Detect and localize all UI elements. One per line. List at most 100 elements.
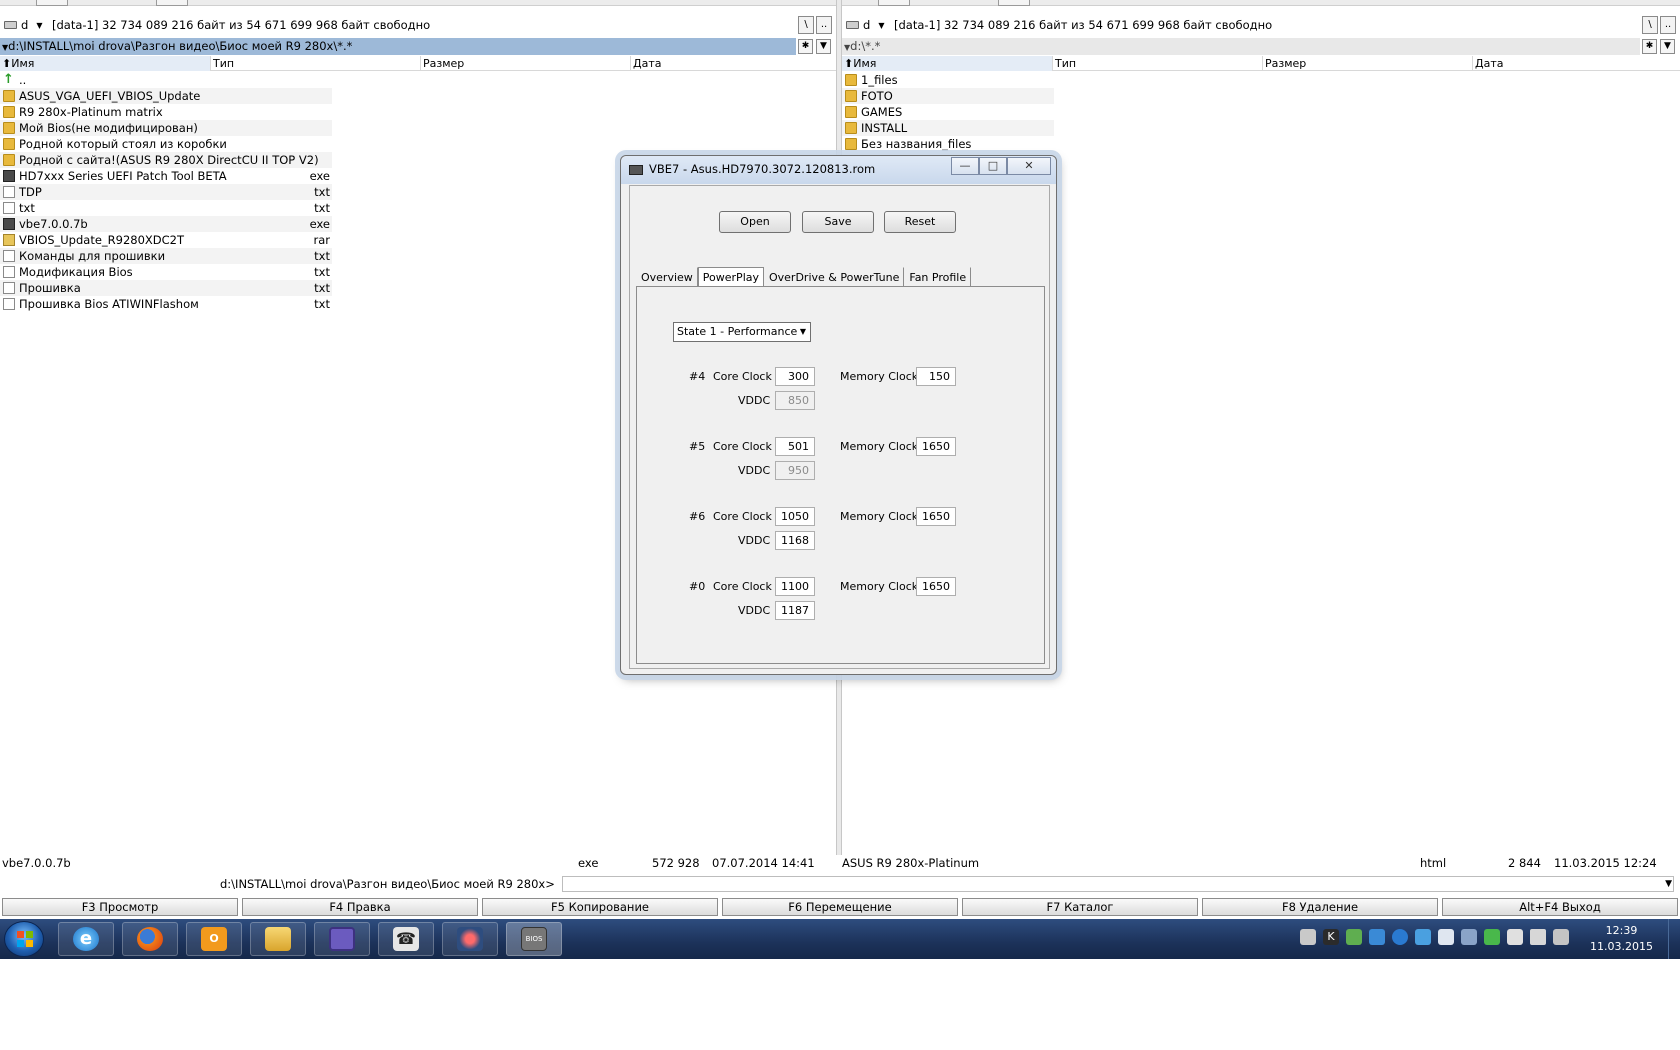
left-drive-button-bar[interactable] [0, 0, 836, 6]
list-item[interactable]: TDP txt [0, 184, 332, 200]
col-size[interactable]: Размер [420, 56, 630, 71]
list-item[interactable]: Мой Bios(не модифицирован) [0, 120, 332, 136]
taskbar-outlook[interactable]: O [186, 922, 242, 956]
f7-mkdir-button[interactable]: F7 Каталог [962, 898, 1198, 916]
tray-power-icon[interactable] [1392, 929, 1408, 945]
memory-clock-input[interactable]: 150 [916, 367, 956, 386]
drive-button[interactable] [156, 0, 188, 6]
list-item[interactable]: Прошивка Bios ATIWINFlashом txt [0, 296, 332, 312]
col-type[interactable]: Тип [210, 56, 420, 71]
col-date[interactable]: Дата [1472, 56, 1680, 71]
tray-flag-icon[interactable] [1438, 929, 1454, 945]
save-button[interactable]: Save [802, 211, 874, 233]
list-item[interactable]: Прошивка txt [0, 280, 332, 296]
list-item[interactable]: INSTALL [842, 120, 1054, 136]
list-item[interactable]: ASUS_VGA_UEFI_VBIOS_Update [0, 88, 332, 104]
minimize-button[interactable]: — [951, 157, 979, 175]
core-clock-input[interactable]: 300 [775, 367, 815, 386]
f4-edit-button[interactable]: F4 Правка [242, 898, 478, 916]
tray-app-icon[interactable] [1300, 929, 1316, 945]
f8-delete-button[interactable]: F8 Удаление [1202, 898, 1438, 916]
tab-overview[interactable]: Overview [636, 267, 698, 287]
list-item[interactable]: Родной с сайта!(ASUS R9 280X DirectCU II… [0, 152, 332, 168]
taskbar-save-app[interactable] [314, 922, 370, 956]
start-button[interactable] [4, 921, 44, 957]
list-item[interactable]: vbe7.0.0.7b exe [0, 216, 332, 232]
right-drive-button-bar[interactable] [842, 0, 1680, 6]
tray-pen-icon[interactable] [1484, 929, 1500, 945]
state-select[interactable]: State 1 - Performance ▼ [673, 322, 811, 342]
right-path-bar[interactable]: ▼d:\*.* [842, 38, 1640, 55]
list-item[interactable]: Родной который стоял из коробки [0, 136, 332, 152]
taskbar-explorer[interactable] [250, 922, 306, 956]
taskbar-flower-app[interactable] [442, 922, 498, 956]
list-item[interactable]: 1_files [842, 72, 1054, 88]
vddc-input[interactable]: 1168 [775, 531, 815, 550]
hotlist-button[interactable]: ▼ [816, 39, 831, 54]
history-button[interactable]: ✱ [1642, 39, 1657, 54]
list-item[interactable]: Модификация Bios txt [0, 264, 332, 280]
close-button[interactable]: ✕ [1007, 157, 1051, 175]
f6-move-button[interactable]: F6 Перемещение [722, 898, 958, 916]
drive-d-button[interactable] [36, 0, 68, 6]
keyboard-icon[interactable] [1507, 929, 1523, 945]
tray-tool-icon[interactable] [1461, 929, 1477, 945]
kaspersky-icon[interactable]: K [1323, 929, 1339, 945]
core-clock-input[interactable]: 501 [775, 437, 815, 456]
parent-dir-button[interactable]: .. [816, 16, 832, 34]
open-button[interactable]: Open [719, 211, 791, 233]
network-status-icon[interactable] [1553, 929, 1569, 945]
taskbar-firefox[interactable] [122, 922, 178, 956]
tab-fan-profile[interactable]: Fan Profile [904, 267, 972, 287]
list-item[interactable]: GAMES [842, 104, 1054, 120]
taskbar-phone-app[interactable]: ☎ [378, 922, 434, 956]
memory-clock-input[interactable]: 1650 [916, 437, 956, 456]
root-dir-button[interactable]: \ [1642, 16, 1658, 34]
drive-button[interactable] [998, 0, 1030, 6]
chevron-down-icon[interactable]: ▼ [36, 21, 42, 30]
drive-d-button[interactable] [878, 0, 910, 6]
list-item[interactable]: FOTO [842, 88, 1054, 104]
left-drive-selector[interactable]: d ▼ [0, 18, 44, 32]
core-clock-input[interactable]: 1050 [775, 507, 815, 526]
list-item[interactable]: HD7xxx Series UEFI Patch Tool BETA exe [0, 168, 332, 184]
show-desktop-button[interactable] [1668, 919, 1680, 959]
list-item[interactable]: R9 280x-Platinum matrix [0, 104, 332, 120]
tab-overdrive-powertune[interactable]: OverDrive & PowerTune [764, 267, 905, 287]
vddc-input[interactable]: 1187 [775, 601, 815, 620]
maximize-button[interactable]: □ [979, 157, 1007, 175]
parent-dir-button[interactable]: .. [1660, 16, 1676, 34]
command-input[interactable] [562, 876, 1674, 892]
list-item[interactable]: ↑.. [0, 72, 332, 88]
tab-powerplay[interactable]: PowerPlay [697, 267, 764, 287]
f5-copy-button[interactable]: F5 Копирование [482, 898, 718, 916]
col-type[interactable]: Тип [1052, 56, 1262, 71]
list-item[interactable]: Без названия_files [842, 136, 1054, 152]
right-drive-selector[interactable]: d ▼ [842, 18, 886, 32]
f3-view-button[interactable]: F3 Просмотр [2, 898, 238, 916]
col-date[interactable]: Дата [630, 56, 836, 71]
taskbar-clock[interactable]: 12:39 11.03.2015 [1590, 923, 1653, 955]
reset-button[interactable]: Reset [884, 211, 956, 233]
dialog-titlebar[interactable]: VBE7 - Asus.HD7970.3072.120813.rom — □ ✕ [621, 156, 1056, 184]
list-item[interactable]: VBIOS_Update_R9280XDC2T rar [0, 232, 332, 248]
chevron-down-icon[interactable]: ▼ [1665, 876, 1672, 892]
list-item[interactable]: txt txt [0, 200, 332, 216]
left-path-bar[interactable]: ▼d:\INSTALL\moi drova\Разгон видео\Биос … [0, 38, 796, 55]
col-name[interactable]: ⬆Имя [0, 56, 210, 71]
volume-icon[interactable] [1530, 929, 1546, 945]
memory-clock-input[interactable]: 1650 [916, 507, 956, 526]
history-button[interactable]: ✱ [798, 39, 813, 54]
root-dir-button[interactable]: \ [798, 16, 814, 34]
tray-update-icon[interactable] [1415, 929, 1431, 945]
exit-button[interactable]: Alt+F4 Выход [1442, 898, 1678, 916]
core-clock-input[interactable]: 1100 [775, 577, 815, 596]
col-size[interactable]: Размер [1262, 56, 1472, 71]
memory-clock-input[interactable]: 1650 [916, 577, 956, 596]
col-name[interactable]: ⬆Имя [842, 56, 1052, 71]
taskbar-bios-tool[interactable]: BIOS [506, 922, 562, 956]
tray-network-icon[interactable] [1346, 929, 1362, 945]
hotlist-button[interactable]: ▼ [1660, 39, 1675, 54]
list-item[interactable]: Команды для прошивки txt [0, 248, 332, 264]
tray-sync-icon[interactable] [1369, 929, 1385, 945]
